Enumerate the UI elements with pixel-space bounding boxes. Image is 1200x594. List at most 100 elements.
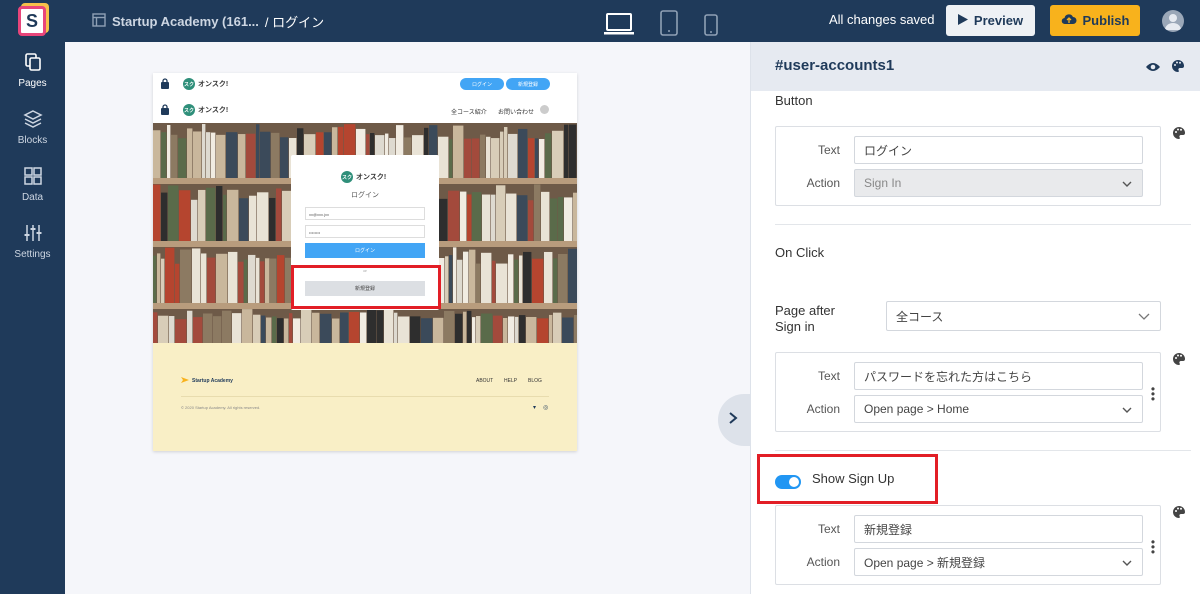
preview-button-label: Preview	[973, 13, 1024, 28]
book-spine	[472, 317, 476, 343]
book-spine	[500, 131, 504, 178]
publish-button[interactable]: Publish	[1050, 5, 1140, 36]
book-spine	[280, 137, 289, 178]
footer-about-link[interactable]: ABOUT	[476, 378, 493, 384]
section-divider	[775, 224, 1191, 225]
card-password-input[interactable]: ••••••••	[305, 225, 425, 238]
book-spine	[491, 138, 500, 178]
book-spine	[482, 194, 491, 241]
chevron-down-icon	[1122, 555, 1132, 569]
sidebar-item-label: Pages	[18, 78, 47, 89]
book-spine	[503, 318, 508, 343]
play-icon	[957, 13, 968, 28]
book-spine	[367, 309, 377, 343]
book-spine	[284, 318, 289, 343]
footer-copyright: © 2020 Startup Academy. All rights reser…	[181, 405, 261, 410]
tablet-icon[interactable]	[660, 10, 678, 41]
book-spine	[574, 314, 577, 343]
palette-icon[interactable]	[1172, 126, 1186, 143]
avatar[interactable]	[1162, 10, 1184, 32]
sidebar-item-blocks[interactable]: Blocks	[0, 99, 65, 156]
app-logo[interactable]: S	[18, 6, 46, 36]
book-spine	[496, 185, 506, 241]
footer-blog-link[interactable]: BLOG	[528, 378, 542, 384]
mobile-icon[interactable]	[704, 14, 718, 41]
book-spine	[463, 251, 469, 303]
book-spine	[568, 248, 577, 303]
palette-icon[interactable]	[1172, 505, 1186, 522]
book-spine	[476, 263, 481, 303]
chevron-down-icon	[1138, 309, 1150, 323]
forgot-password-box: Text パスワードを忘れた方はこちら Action Open page > H…	[775, 352, 1161, 432]
kebab-menu-icon[interactable]: • • •	[1150, 536, 1156, 558]
button-text-input[interactable]: ログイン	[854, 136, 1143, 164]
book-spine	[216, 253, 228, 303]
preview-brand-text: オンスク!	[198, 81, 229, 88]
kebab-menu-icon[interactable]: • • •	[1150, 383, 1156, 405]
book-spine	[463, 311, 467, 343]
book-spine	[242, 309, 253, 343]
preview-nav-courses[interactable]: 全コース紹介	[451, 107, 487, 116]
desktop-icon[interactable]	[604, 12, 634, 41]
user-icon[interactable]	[540, 105, 549, 114]
book-spine	[272, 316, 277, 343]
book-spine	[486, 136, 491, 178]
eye-icon[interactable]	[1145, 60, 1161, 78]
preview-brand-logo: スク オンスク!	[183, 78, 228, 90]
forgot-text-input[interactable]: パスワードを忘れた方はこちら	[854, 362, 1143, 390]
panel-header: #user-accounts1	[751, 42, 1200, 91]
page-name[interactable]: / ログイン	[265, 12, 324, 31]
book-spine	[553, 258, 558, 303]
preview-nav-contact[interactable]: お問い合わせ	[498, 107, 534, 116]
signup-action-select[interactable]: Open page > 新規登録	[854, 548, 1143, 576]
card-login-button[interactable]: ログイン	[305, 243, 425, 258]
page-after-select[interactable]: 全コース	[886, 301, 1161, 331]
button-action-select[interactable]: Sign In	[854, 169, 1143, 197]
book-spine	[528, 200, 534, 241]
book-spine	[193, 131, 202, 178]
book-spine	[253, 314, 261, 343]
twitter-icon[interactable]: ▾	[533, 404, 536, 411]
book-spine	[469, 249, 476, 303]
properties-panel: #user-accounts1 Button Text ログイン Action …	[750, 42, 1200, 594]
book-spine	[167, 124, 171, 178]
footer-help-link[interactable]: HELP	[504, 378, 517, 384]
book-spine	[394, 312, 398, 343]
preview-button[interactable]: Preview	[946, 5, 1035, 36]
book-spine	[227, 189, 239, 241]
book-spine	[449, 139, 453, 178]
card-email-input[interactable]: xx@xxx.jxx	[305, 207, 425, 220]
palette-icon[interactable]	[1172, 352, 1186, 369]
book-spine	[232, 313, 242, 343]
signup-text-input[interactable]: 新規登録	[854, 515, 1143, 543]
palette-icon[interactable]	[1171, 59, 1185, 78]
forgot-action-select[interactable]: Open page > Home	[854, 395, 1143, 423]
book-spine	[178, 138, 187, 178]
sidebar-item-data[interactable]: Data	[0, 156, 65, 213]
book-spine	[539, 139, 545, 178]
signup-text-label: Text	[817, 522, 840, 536]
sidebar-item-settings[interactable]: Settings	[0, 213, 65, 270]
forgot-action-label: Action	[806, 402, 840, 416]
book-spine	[332, 318, 340, 343]
button-action-label: Action	[806, 176, 840, 190]
brand-mark-icon: スク	[183, 104, 195, 116]
project-name[interactable]: Startup Academy (161...	[112, 14, 259, 29]
preview-login-pill[interactable]: ログイン	[460, 78, 504, 90]
page-after-label-line1: Page after	[775, 303, 835, 318]
book-spine	[564, 124, 569, 178]
signup-action-value: Open page > 新規登録	[864, 555, 986, 570]
sidebar-item-pages[interactable]: Pages	[0, 42, 65, 99]
book-spine	[550, 198, 558, 241]
book-spine	[226, 132, 238, 178]
instagram-icon[interactable]: ◎	[543, 404, 548, 411]
book-spine	[171, 134, 178, 178]
footer-logo-icon	[181, 377, 189, 385]
page-preview[interactable]: スク オンスク! ログイン 新規登録 スク オンスク! 全コース紹介 お問い合わせ …	[153, 73, 577, 451]
book-spine	[453, 247, 457, 303]
preview-signup-pill[interactable]: 新規登録	[506, 78, 550, 90]
sidebar-item-label: Data	[21, 192, 44, 203]
sidebar-item-label: Settings	[14, 249, 51, 260]
book-spine	[175, 263, 180, 303]
book-spine	[398, 316, 410, 343]
